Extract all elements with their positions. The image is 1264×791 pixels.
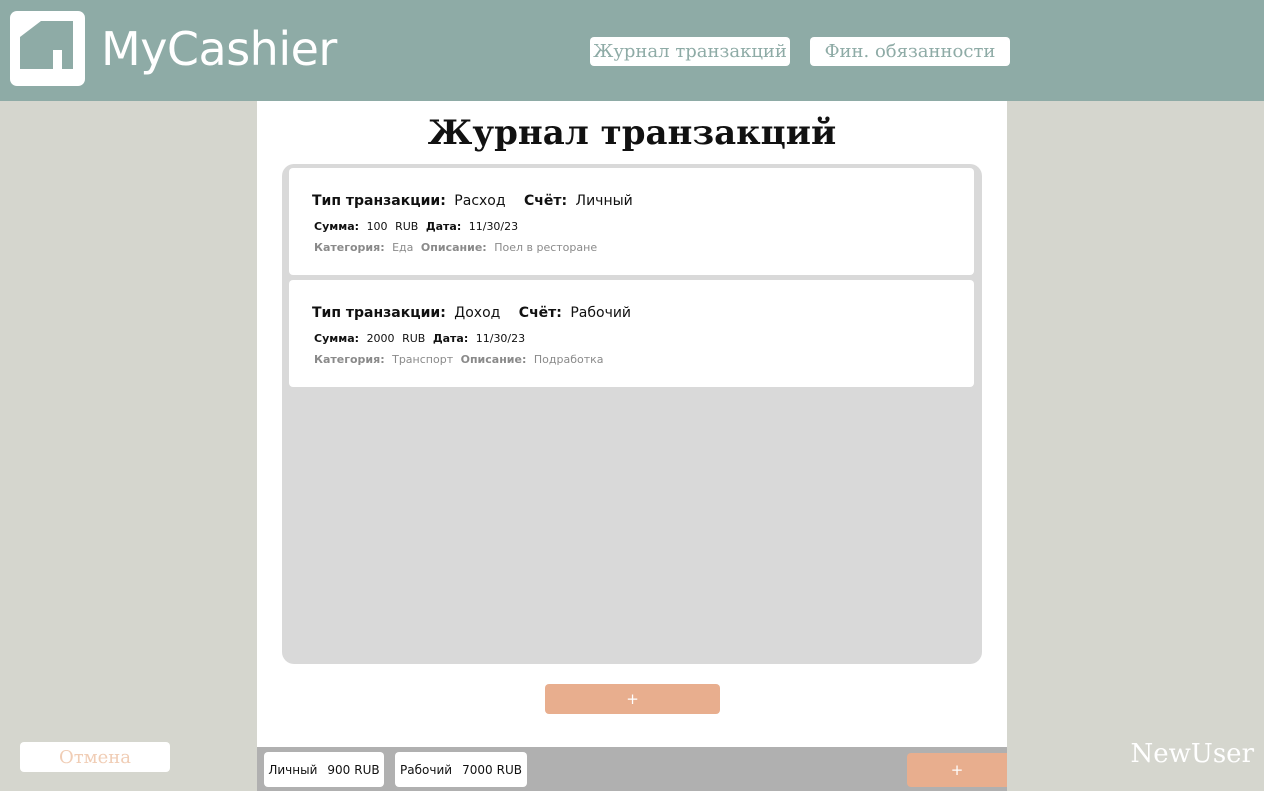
transaction-list[interactable]: Тип транзакции: Расход Счёт: Личный Сумм…: [282, 164, 982, 664]
account-chip-personal[interactable]: Личный 900 RUB: [264, 752, 384, 787]
nav-journal-button[interactable]: Журнал транзакций: [590, 37, 790, 66]
page-title: Журнал транзакций: [427, 113, 837, 153]
add-account-button[interactable]: +: [907, 753, 1007, 787]
account-currency: RUB: [354, 762, 380, 777]
transaction-card[interactable]: Тип транзакции: Доход Счёт: Рабочий Сумм…: [289, 280, 974, 387]
accounts-bar: Личный 900 RUB Рабочий 7000 RUB +: [257, 747, 1007, 791]
transaction-main-row: Тип транзакции: Расход Счёт: Личный: [312, 192, 633, 210]
account-value: Личный: [575, 193, 633, 209]
amount-label: Сумма:: [314, 220, 360, 233]
description-value: Подработка: [533, 353, 604, 366]
transaction-category-row: Категория: Еда Описание: Поел в ресторан…: [314, 241, 597, 255]
account-currency: RUB: [496, 762, 522, 777]
category-label: Категория:: [314, 241, 385, 254]
transaction-amount-row: Сумма: 100 RUB Дата: 11/30/23: [314, 220, 518, 234]
account-name: Личный: [268, 762, 318, 777]
app-title: MyCashier: [101, 22, 337, 76]
account-name: Рабочий: [400, 762, 453, 777]
type-label: Тип транзакции:: [312, 193, 446, 209]
amount-value: 2000: [366, 332, 395, 345]
date-value: 11/30/23: [475, 332, 526, 345]
account-balance: 7000: [462, 762, 493, 777]
header-bar: MyCashier Журнал транзакций Фин. обязанн…: [0, 0, 1264, 101]
house-icon: [20, 21, 73, 69]
main-panel: Журнал транзакций Тип транзакции: Расход…: [257, 101, 1007, 747]
account-value: Рабочий: [570, 305, 632, 321]
description-label: Описание:: [460, 353, 527, 366]
category-value: Еда: [392, 241, 414, 254]
account-balance: 900: [327, 762, 351, 777]
transaction-amount-row: Сумма: 2000 RUB Дата: 11/30/23: [314, 332, 525, 346]
category-label: Категория:: [314, 353, 385, 366]
description-value: Поел в ресторане: [494, 241, 598, 254]
amount-label: Сумма:: [314, 332, 360, 345]
date-label: Дата:: [425, 220, 462, 233]
description-label: Описание:: [420, 241, 487, 254]
amount-value: 100: [366, 220, 388, 233]
currency-value: RUB: [395, 220, 419, 233]
nav-debts-button[interactable]: Фин. обязанности: [810, 37, 1010, 66]
cancel-button[interactable]: Отмена: [20, 742, 170, 772]
account-chip-work[interactable]: Рабочий 7000 RUB: [395, 752, 527, 787]
type-label: Тип транзакции:: [312, 305, 446, 321]
account-label: Счёт:: [518, 305, 562, 321]
transaction-main-row: Тип транзакции: Доход Счёт: Рабочий: [312, 304, 631, 322]
account-label: Счёт:: [524, 193, 568, 209]
category-value: Транспорт: [392, 353, 454, 366]
currency-value: RUB: [402, 332, 426, 345]
type-value: Доход: [454, 305, 501, 321]
add-transaction-button[interactable]: +: [545, 684, 720, 714]
date-label: Дата:: [432, 332, 469, 345]
transaction-category-row: Категория: Транспорт Описание: Подработк…: [314, 353, 604, 367]
app-logo[interactable]: [10, 11, 85, 86]
type-value: Расход: [454, 193, 506, 209]
date-value: 11/30/23: [468, 220, 519, 233]
username-label[interactable]: NewUser: [1131, 737, 1254, 771]
transaction-card[interactable]: Тип транзакции: Расход Счёт: Личный Сумм…: [289, 168, 974, 275]
